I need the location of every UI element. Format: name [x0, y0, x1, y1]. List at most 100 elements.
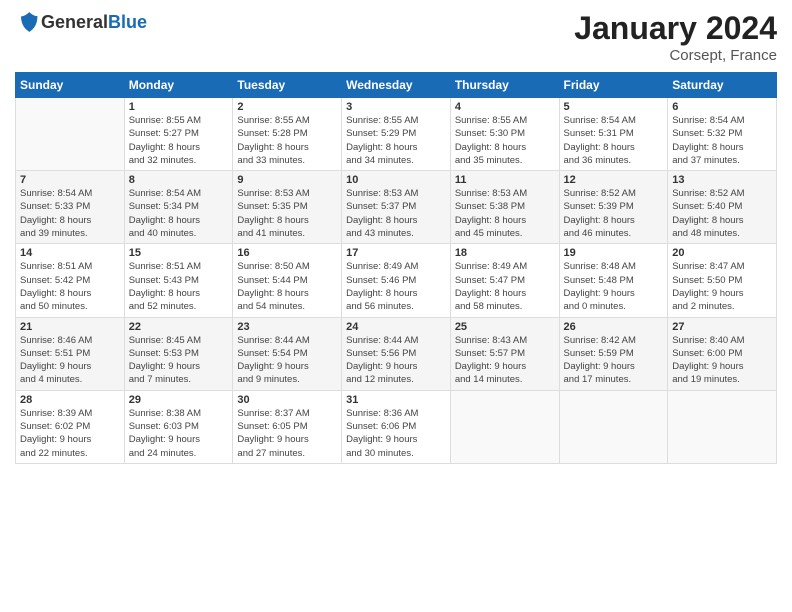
day-number: 16 [237, 247, 337, 259]
table-row: 20Sunrise: 8:47 AM Sunset: 5:50 PM Dayli… [668, 244, 777, 317]
calendar-week-3: 14Sunrise: 8:51 AM Sunset: 5:42 PM Dayli… [16, 244, 777, 317]
day-number: 31 [346, 394, 446, 406]
day-number: 29 [129, 394, 229, 406]
day-number: 6 [672, 101, 772, 113]
day-number: 30 [237, 394, 337, 406]
table-row: 23Sunrise: 8:44 AM Sunset: 5:54 PM Dayli… [233, 317, 342, 390]
day-number: 2 [237, 101, 337, 113]
day-info: Sunrise: 8:55 AM Sunset: 5:29 PM Dayligh… [346, 114, 446, 167]
day-info: Sunrise: 8:44 AM Sunset: 5:56 PM Dayligh… [346, 334, 446, 387]
table-row: 30Sunrise: 8:37 AM Sunset: 6:05 PM Dayli… [233, 390, 342, 463]
table-row: 3Sunrise: 8:55 AM Sunset: 5:29 PM Daylig… [342, 98, 451, 171]
col-thursday: Thursday [450, 73, 559, 98]
table-row: 5Sunrise: 8:54 AM Sunset: 5:31 PM Daylig… [559, 98, 668, 171]
day-info: Sunrise: 8:49 AM Sunset: 5:47 PM Dayligh… [455, 260, 555, 313]
day-number: 23 [237, 321, 337, 333]
location-title: Corsept, France [574, 47, 777, 64]
logo-icon [17, 10, 41, 34]
calendar: Sunday Monday Tuesday Wednesday Thursday… [15, 72, 777, 464]
day-info: Sunrise: 8:53 AM Sunset: 5:35 PM Dayligh… [237, 187, 337, 240]
day-info: Sunrise: 8:47 AM Sunset: 5:50 PM Dayligh… [672, 260, 772, 313]
day-number: 10 [346, 174, 446, 186]
table-row: 21Sunrise: 8:46 AM Sunset: 5:51 PM Dayli… [16, 317, 125, 390]
day-number: 14 [20, 247, 120, 259]
day-number: 4 [455, 101, 555, 113]
day-info: Sunrise: 8:39 AM Sunset: 6:02 PM Dayligh… [20, 407, 120, 460]
col-tuesday: Tuesday [233, 73, 342, 98]
table-row: 26Sunrise: 8:42 AM Sunset: 5:59 PM Dayli… [559, 317, 668, 390]
table-row: 15Sunrise: 8:51 AM Sunset: 5:43 PM Dayli… [124, 244, 233, 317]
table-row: 10Sunrise: 8:53 AM Sunset: 5:37 PM Dayli… [342, 171, 451, 244]
day-info: Sunrise: 8:52 AM Sunset: 5:39 PM Dayligh… [564, 187, 664, 240]
table-row: 17Sunrise: 8:49 AM Sunset: 5:46 PM Dayli… [342, 244, 451, 317]
day-number: 25 [455, 321, 555, 333]
logo-general: General [41, 12, 108, 32]
logo-text: GeneralBlue [41, 12, 147, 33]
table-row: 18Sunrise: 8:49 AM Sunset: 5:47 PM Dayli… [450, 244, 559, 317]
day-info: Sunrise: 8:37 AM Sunset: 6:05 PM Dayligh… [237, 407, 337, 460]
table-row: 14Sunrise: 8:51 AM Sunset: 5:42 PM Dayli… [16, 244, 125, 317]
col-friday: Friday [559, 73, 668, 98]
calendar-week-4: 21Sunrise: 8:46 AM Sunset: 5:51 PM Dayli… [16, 317, 777, 390]
day-number: 15 [129, 247, 229, 259]
day-info: Sunrise: 8:54 AM Sunset: 5:33 PM Dayligh… [20, 187, 120, 240]
table-row: 25Sunrise: 8:43 AM Sunset: 5:57 PM Dayli… [450, 317, 559, 390]
day-info: Sunrise: 8:53 AM Sunset: 5:38 PM Dayligh… [455, 187, 555, 240]
day-info: Sunrise: 8:42 AM Sunset: 5:59 PM Dayligh… [564, 334, 664, 387]
day-info: Sunrise: 8:55 AM Sunset: 5:27 PM Dayligh… [129, 114, 229, 167]
table-row [559, 390, 668, 463]
table-row: 19Sunrise: 8:48 AM Sunset: 5:48 PM Dayli… [559, 244, 668, 317]
day-number: 8 [129, 174, 229, 186]
day-number: 13 [672, 174, 772, 186]
col-saturday: Saturday [668, 73, 777, 98]
table-row: 12Sunrise: 8:52 AM Sunset: 5:39 PM Dayli… [559, 171, 668, 244]
table-row: 4Sunrise: 8:55 AM Sunset: 5:30 PM Daylig… [450, 98, 559, 171]
page: GeneralBlue January 2024 Corsept, France… [0, 0, 792, 612]
day-number: 24 [346, 321, 446, 333]
day-number: 9 [237, 174, 337, 186]
table-row: 28Sunrise: 8:39 AM Sunset: 6:02 PM Dayli… [16, 390, 125, 463]
day-info: Sunrise: 8:49 AM Sunset: 5:46 PM Dayligh… [346, 260, 446, 313]
day-number: 3 [346, 101, 446, 113]
day-info: Sunrise: 8:54 AM Sunset: 5:34 PM Dayligh… [129, 187, 229, 240]
day-info: Sunrise: 8:50 AM Sunset: 5:44 PM Dayligh… [237, 260, 337, 313]
day-info: Sunrise: 8:40 AM Sunset: 6:00 PM Dayligh… [672, 334, 772, 387]
table-row: 2Sunrise: 8:55 AM Sunset: 5:28 PM Daylig… [233, 98, 342, 171]
table-row: 6Sunrise: 8:54 AM Sunset: 5:32 PM Daylig… [668, 98, 777, 171]
day-number: 27 [672, 321, 772, 333]
table-row: 8Sunrise: 8:54 AM Sunset: 5:34 PM Daylig… [124, 171, 233, 244]
day-number: 1 [129, 101, 229, 113]
table-row: 29Sunrise: 8:38 AM Sunset: 6:03 PM Dayli… [124, 390, 233, 463]
month-title: January 2024 [574, 10, 777, 47]
table-row [450, 390, 559, 463]
col-sunday: Sunday [16, 73, 125, 98]
table-row: 7Sunrise: 8:54 AM Sunset: 5:33 PM Daylig… [16, 171, 125, 244]
day-info: Sunrise: 8:45 AM Sunset: 5:53 PM Dayligh… [129, 334, 229, 387]
table-row: 22Sunrise: 8:45 AM Sunset: 5:53 PM Dayli… [124, 317, 233, 390]
col-monday: Monday [124, 73, 233, 98]
day-number: 26 [564, 321, 664, 333]
day-number: 20 [672, 247, 772, 259]
table-row: 1Sunrise: 8:55 AM Sunset: 5:27 PM Daylig… [124, 98, 233, 171]
calendar-week-1: 1Sunrise: 8:55 AM Sunset: 5:27 PM Daylig… [16, 98, 777, 171]
day-number: 12 [564, 174, 664, 186]
table-row: 24Sunrise: 8:44 AM Sunset: 5:56 PM Dayli… [342, 317, 451, 390]
day-info: Sunrise: 8:51 AM Sunset: 5:43 PM Dayligh… [129, 260, 229, 313]
day-info: Sunrise: 8:54 AM Sunset: 5:31 PM Dayligh… [564, 114, 664, 167]
calendar-week-5: 28Sunrise: 8:39 AM Sunset: 6:02 PM Dayli… [16, 390, 777, 463]
day-number: 11 [455, 174, 555, 186]
day-info: Sunrise: 8:43 AM Sunset: 5:57 PM Dayligh… [455, 334, 555, 387]
table-row: 13Sunrise: 8:52 AM Sunset: 5:40 PM Dayli… [668, 171, 777, 244]
calendar-week-2: 7Sunrise: 8:54 AM Sunset: 5:33 PM Daylig… [16, 171, 777, 244]
col-wednesday: Wednesday [342, 73, 451, 98]
day-number: 28 [20, 394, 120, 406]
day-number: 21 [20, 321, 120, 333]
day-number: 17 [346, 247, 446, 259]
header: GeneralBlue January 2024 Corsept, France [15, 10, 777, 64]
logo-blue: Blue [108, 12, 147, 32]
table-row [16, 98, 125, 171]
title-block: January 2024 Corsept, France [574, 10, 777, 64]
table-row: 16Sunrise: 8:50 AM Sunset: 5:44 PM Dayli… [233, 244, 342, 317]
table-row [668, 390, 777, 463]
day-info: Sunrise: 8:52 AM Sunset: 5:40 PM Dayligh… [672, 187, 772, 240]
